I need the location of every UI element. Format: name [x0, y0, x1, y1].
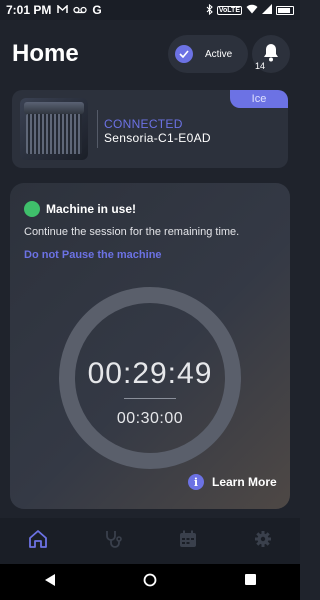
nav-health[interactable]	[93, 521, 133, 561]
bottom-nav	[0, 518, 300, 564]
notifications-button[interactable]: 14	[252, 35, 290, 73]
header: Home Active 14	[0, 30, 300, 80]
device-card[interactable]: CONNECTED Sensoria-C1-E0AD Ice	[12, 90, 288, 168]
machine-top	[24, 102, 84, 114]
session-card: Machine in use! Continue the session for…	[10, 183, 290, 509]
active-status-label: Active	[205, 48, 233, 60]
ice-tag: Ice	[230, 90, 288, 108]
volte-icon: VoLTE	[216, 5, 242, 15]
system-nav-bar	[0, 564, 300, 600]
do-not-pause-link[interactable]: Do not Pause the machine	[24, 249, 162, 261]
nav-home[interactable]	[18, 521, 58, 561]
home-circle-icon	[143, 573, 157, 592]
timer-elapsed: 00:29:49	[87, 357, 213, 390]
timer-total: 00:30:00	[116, 410, 184, 427]
device-name: Sensoria-C1-E0AD	[104, 131, 211, 145]
check-circle-icon	[175, 45, 193, 63]
notification-count: 14	[255, 61, 266, 71]
device-divider	[97, 110, 98, 148]
settings-icon	[254, 530, 272, 553]
page-title: Home	[12, 40, 79, 67]
info-icon: i	[188, 474, 204, 490]
machine-body	[26, 114, 82, 154]
battery-icon	[276, 5, 294, 15]
wifi-icon	[246, 4, 258, 16]
voicemail-icon	[73, 3, 88, 17]
back-triangle-icon	[44, 573, 56, 592]
status-left-icons: G	[57, 3, 102, 17]
device-connection-status: CONNECTED	[104, 117, 183, 131]
notification-m-icon	[57, 3, 69, 17]
active-status-pill[interactable]: Active	[168, 35, 248, 73]
nav-settings[interactable]	[243, 521, 283, 561]
home-icon	[28, 529, 48, 554]
system-home-button[interactable]	[135, 567, 165, 597]
nav-calendar[interactable]	[168, 521, 208, 561]
google-g-icon: G	[92, 3, 102, 17]
learn-more-button[interactable]: i Learn More	[188, 474, 277, 490]
session-description: Continue the session for the remaining t…	[24, 226, 240, 238]
calendar-icon	[179, 530, 197, 553]
system-back-button[interactable]	[35, 567, 65, 597]
recents-square-icon	[244, 573, 257, 591]
timer-divider	[124, 398, 176, 399]
machine-image	[20, 98, 88, 160]
signal-icon	[262, 4, 272, 16]
status-bar: 7:01 PM G VoLTE	[0, 0, 300, 20]
system-recents-button[interactable]	[235, 567, 265, 597]
status-dot	[24, 201, 40, 217]
session-title: Machine in use!	[46, 202, 137, 216]
bluetooth-icon	[206, 3, 213, 17]
stethoscope-icon	[103, 529, 123, 554]
status-right-icons: VoLTE	[206, 3, 294, 17]
status-time: 7:01 PM	[6, 3, 52, 17]
learn-more-label: Learn More	[212, 475, 277, 489]
